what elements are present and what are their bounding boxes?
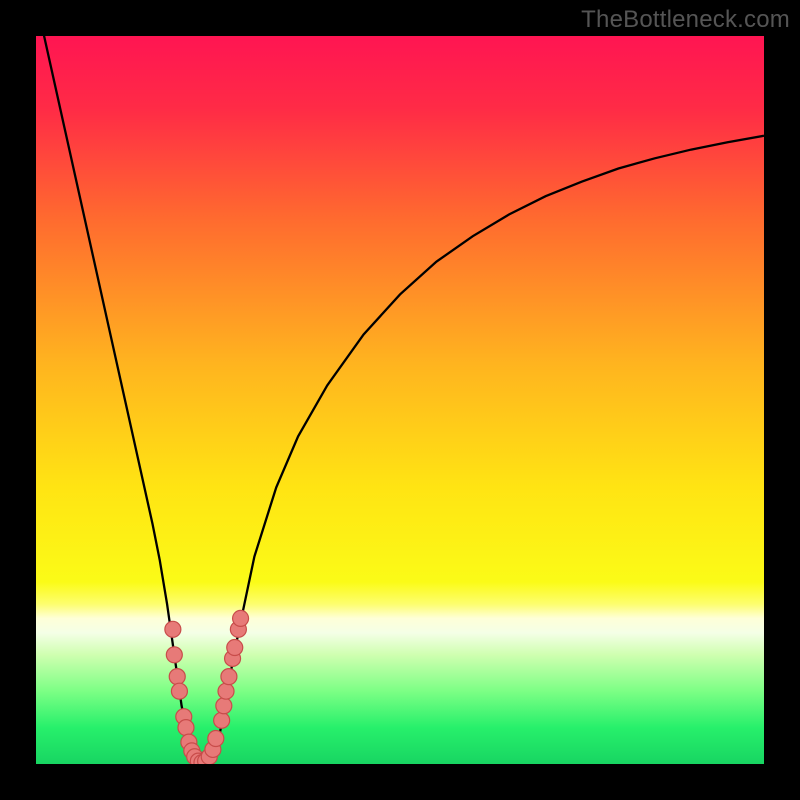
watermark-text: TheBottleneck.com <box>581 6 790 34</box>
data-marker <box>171 683 187 699</box>
chart-frame: TheBottleneck.com <box>0 0 800 800</box>
bottleneck-curve <box>36 36 764 764</box>
data-marker <box>227 640 243 656</box>
data-marker <box>216 698 232 714</box>
plot-area <box>36 36 764 764</box>
data-marker <box>165 621 181 637</box>
data-marker <box>214 712 230 728</box>
data-marker <box>178 720 194 736</box>
data-marker <box>233 610 249 626</box>
data-marker <box>208 731 224 747</box>
data-marker <box>221 669 237 685</box>
data-marker <box>166 647 182 663</box>
data-marker <box>169 669 185 685</box>
curve-layer <box>36 36 764 764</box>
data-marker <box>218 683 234 699</box>
data-markers <box>165 610 249 764</box>
